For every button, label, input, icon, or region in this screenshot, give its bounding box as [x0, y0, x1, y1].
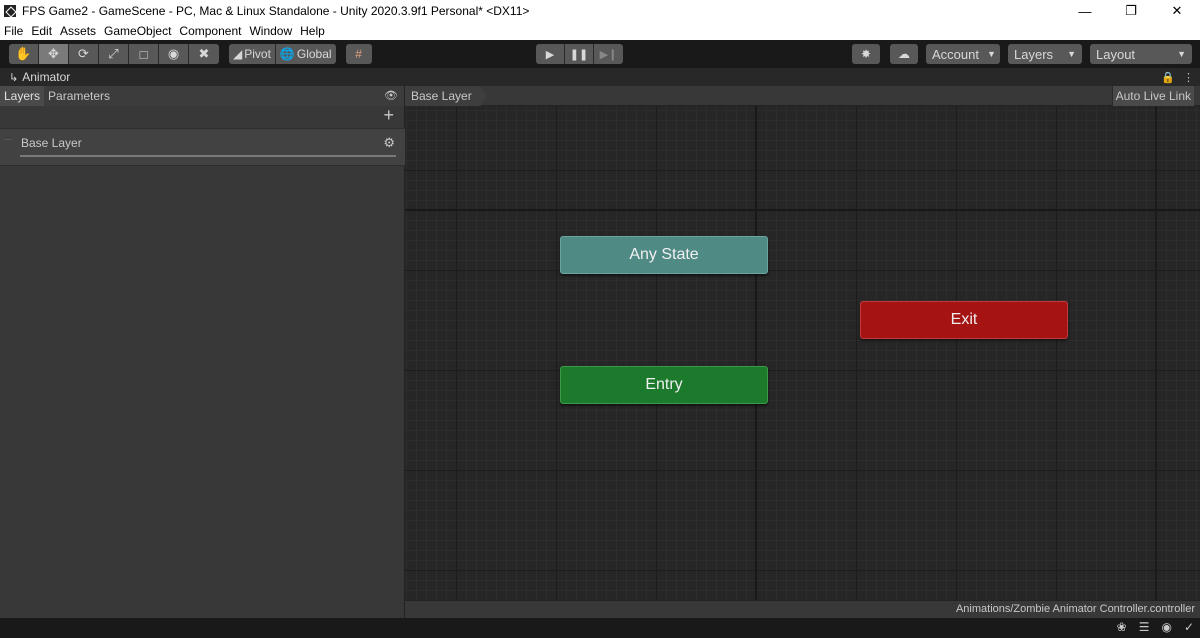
- progress-icon[interactable]: ◉: [1161, 620, 1171, 634]
- graph-header: Base Layer Auto Live Link: [405, 86, 1200, 106]
- move-tool-icon[interactable]: ✥: [39, 44, 69, 64]
- stack-icon[interactable]: ☰: [1139, 620, 1150, 634]
- auto-live-link-button[interactable]: Auto Live Link: [1111, 86, 1194, 106]
- bug-icon[interactable]: ❀: [1117, 620, 1127, 634]
- tab-animator[interactable]: ↳ Animator: [9, 70, 70, 84]
- breadcrumb[interactable]: Base Layer: [405, 86, 487, 106]
- layout-dropdown[interactable]: Layout ▼: [1090, 44, 1192, 64]
- lock-icon[interactable]: 🔒: [1161, 71, 1175, 84]
- add-layer-button[interactable]: +: [383, 106, 394, 124]
- chevron-down-icon: ▼: [1177, 49, 1186, 59]
- chevron-down-icon: ▼: [986, 49, 996, 59]
- pivot-icon: ◢: [233, 47, 243, 61]
- hand-tool-icon[interactable]: ✋: [9, 44, 39, 64]
- menu-file[interactable]: File: [0, 24, 27, 38]
- window-title: FPS Game2 - GameScene - PC, Mac & Linux …: [22, 4, 530, 18]
- global-button[interactable]: 🌐 Global: [275, 44, 336, 64]
- pivot-global-group: ◢ Pivot 🌐 Global: [229, 44, 336, 64]
- graph-status-bar: Animations/Zombie Animator Controller.co…: [405, 600, 1200, 618]
- tab-parameters[interactable]: Parameters: [44, 86, 114, 106]
- menu-window[interactable]: Window: [245, 24, 296, 38]
- globe-icon: 🌐: [279, 47, 295, 61]
- controller-path: Animations/Zombie Animator Controller.co…: [955, 603, 1195, 615]
- minimize-button[interactable]: —: [1062, 0, 1108, 22]
- animator-icon: ↳: [9, 71, 19, 84]
- grid-line-major: [1155, 106, 1156, 600]
- cloud-icon[interactable]: ☁: [890, 44, 918, 64]
- account-dropdown[interactable]: Account ▼: [926, 44, 1000, 64]
- grid-axis-vertical: [755, 106, 757, 600]
- rect-tool-icon[interactable]: □: [129, 44, 159, 64]
- step-icon[interactable]: ▶❙: [594, 44, 623, 64]
- toolbar-right: ✸ ☁ Account ▼ Layers ▼ Layout ▼: [842, 44, 1192, 64]
- status-icons: ❀ ☰ ◉ ✓: [1105, 620, 1194, 634]
- eye-icon[interactable]: 👁: [384, 89, 398, 102]
- playback-controls: ▶ ❚❚ ▶❙: [536, 44, 623, 64]
- rotate-tool-icon[interactable]: ⟳: [69, 44, 99, 64]
- pivot-label: Pivot: [244, 47, 271, 61]
- menu-component[interactable]: Component: [175, 24, 245, 38]
- tab-options: 🔒 ⋮: [1153, 68, 1194, 86]
- check-icon[interactable]: ✓: [1184, 620, 1194, 634]
- animator-tab-label: Animator: [22, 70, 71, 84]
- drag-handle-icon[interactable]: [4, 139, 12, 140]
- layer-weight-bar: [20, 155, 396, 157]
- list-item[interactable]: Base Layer ⚙: [0, 128, 405, 166]
- layers-dropdown[interactable]: Layers ▼: [1008, 44, 1082, 64]
- animator-tab-bar: ↳ Animator 🔒 ⋮: [0, 68, 1200, 86]
- layer-name: Base Layer: [21, 136, 82, 150]
- layers-panel: Layers Parameters 👁 + Base Layer ⚙: [0, 86, 405, 618]
- scale-tool-icon[interactable]: ⤢: [99, 44, 129, 64]
- title-bar: FPS Game2 - GameScene - PC, Mac & Linux …: [0, 0, 1200, 22]
- transform-tools: ✋ ✥ ⟳ ⤢ □ ◉ ✖: [9, 44, 219, 64]
- menu-edit[interactable]: Edit: [27, 24, 56, 38]
- menu-bar: File Edit Assets GameObject Component Wi…: [0, 22, 1200, 40]
- transform-tool-icon[interactable]: ◉: [159, 44, 189, 64]
- play-icon[interactable]: ▶: [536, 44, 565, 64]
- animator-graph[interactable]: Base Layer Auto Live Link Any State Exit…: [405, 86, 1200, 600]
- window-controls: — ❐ ✕: [1062, 0, 1200, 22]
- chevron-down-icon: ▼: [1067, 49, 1076, 59]
- pivot-button[interactable]: ◢ Pivot: [229, 44, 276, 64]
- layers-label: Layers: [1014, 46, 1054, 62]
- custom-tool-icon[interactable]: ✖: [189, 44, 219, 64]
- global-label: Global: [296, 47, 332, 61]
- layers-panel-header: Layers Parameters 👁: [0, 86, 404, 106]
- grid-axis-horizontal: [405, 209, 1200, 211]
- any-state-node[interactable]: Any State: [560, 236, 768, 274]
- status-bar: ❀ ☰ ◉ ✓: [0, 618, 1200, 638]
- grid-snap-icon[interactable]: #: [345, 44, 372, 64]
- menu-help[interactable]: Help: [296, 24, 329, 38]
- pause-icon[interactable]: ❚❚: [565, 44, 594, 64]
- exit-node[interactable]: Exit: [860, 301, 1068, 339]
- entry-node[interactable]: Entry: [560, 366, 768, 404]
- services-icon[interactable]: ✸: [852, 44, 880, 64]
- close-button[interactable]: ✕: [1154, 0, 1200, 22]
- menu-gameobject[interactable]: GameObject: [100, 24, 175, 38]
- add-layer-row: +: [0, 106, 404, 126]
- main-toolbar: ✋ ✥ ⟳ ⤢ □ ◉ ✖ ◢ Pivot 🌐 Global # ▶ ❚❚ ▶❙ ✸…: [0, 40, 1200, 68]
- tab-layers[interactable]: Layers: [0, 86, 45, 106]
- menu-assets[interactable]: Assets: [56, 24, 100, 38]
- unity-logo-icon: [4, 5, 16, 17]
- more-options-icon[interactable]: ⋮: [1183, 71, 1194, 84]
- account-label: Account: [932, 46, 979, 62]
- gear-icon[interactable]: ⚙: [383, 135, 395, 151]
- layout-label: Layout: [1096, 46, 1136, 62]
- maximize-button[interactable]: ❐: [1108, 0, 1154, 22]
